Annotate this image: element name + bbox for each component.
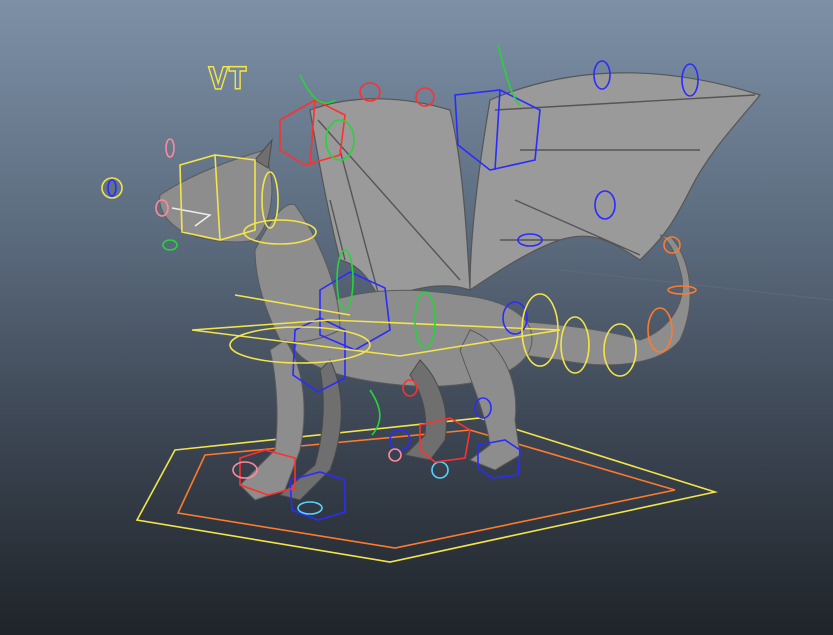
hind-toe-ring-near[interactable] <box>431 461 449 479</box>
nose-control[interactable] <box>101 177 123 199</box>
hind-heel-control-far[interactable] <box>388 448 402 462</box>
grid-line <box>559 269 833 301</box>
far-wing <box>469 72 762 292</box>
3d-viewport[interactable]: VT <box>0 0 833 635</box>
scene-canvas[interactable] <box>0 0 833 635</box>
jaw-control[interactable] <box>162 239 178 251</box>
near-wing <box>309 98 471 301</box>
head-top-control[interactable] <box>165 138 175 158</box>
front-toe-ring-far[interactable] <box>232 461 258 479</box>
nose-control-inner[interactable] <box>107 179 117 197</box>
vt-marker-label: VT <box>208 61 248 98</box>
hind-ankle-control-far[interactable] <box>389 429 411 451</box>
front-toe-ring-near[interactable] <box>297 501 323 515</box>
near-wing-tip-fk[interactable] <box>299 74 336 104</box>
